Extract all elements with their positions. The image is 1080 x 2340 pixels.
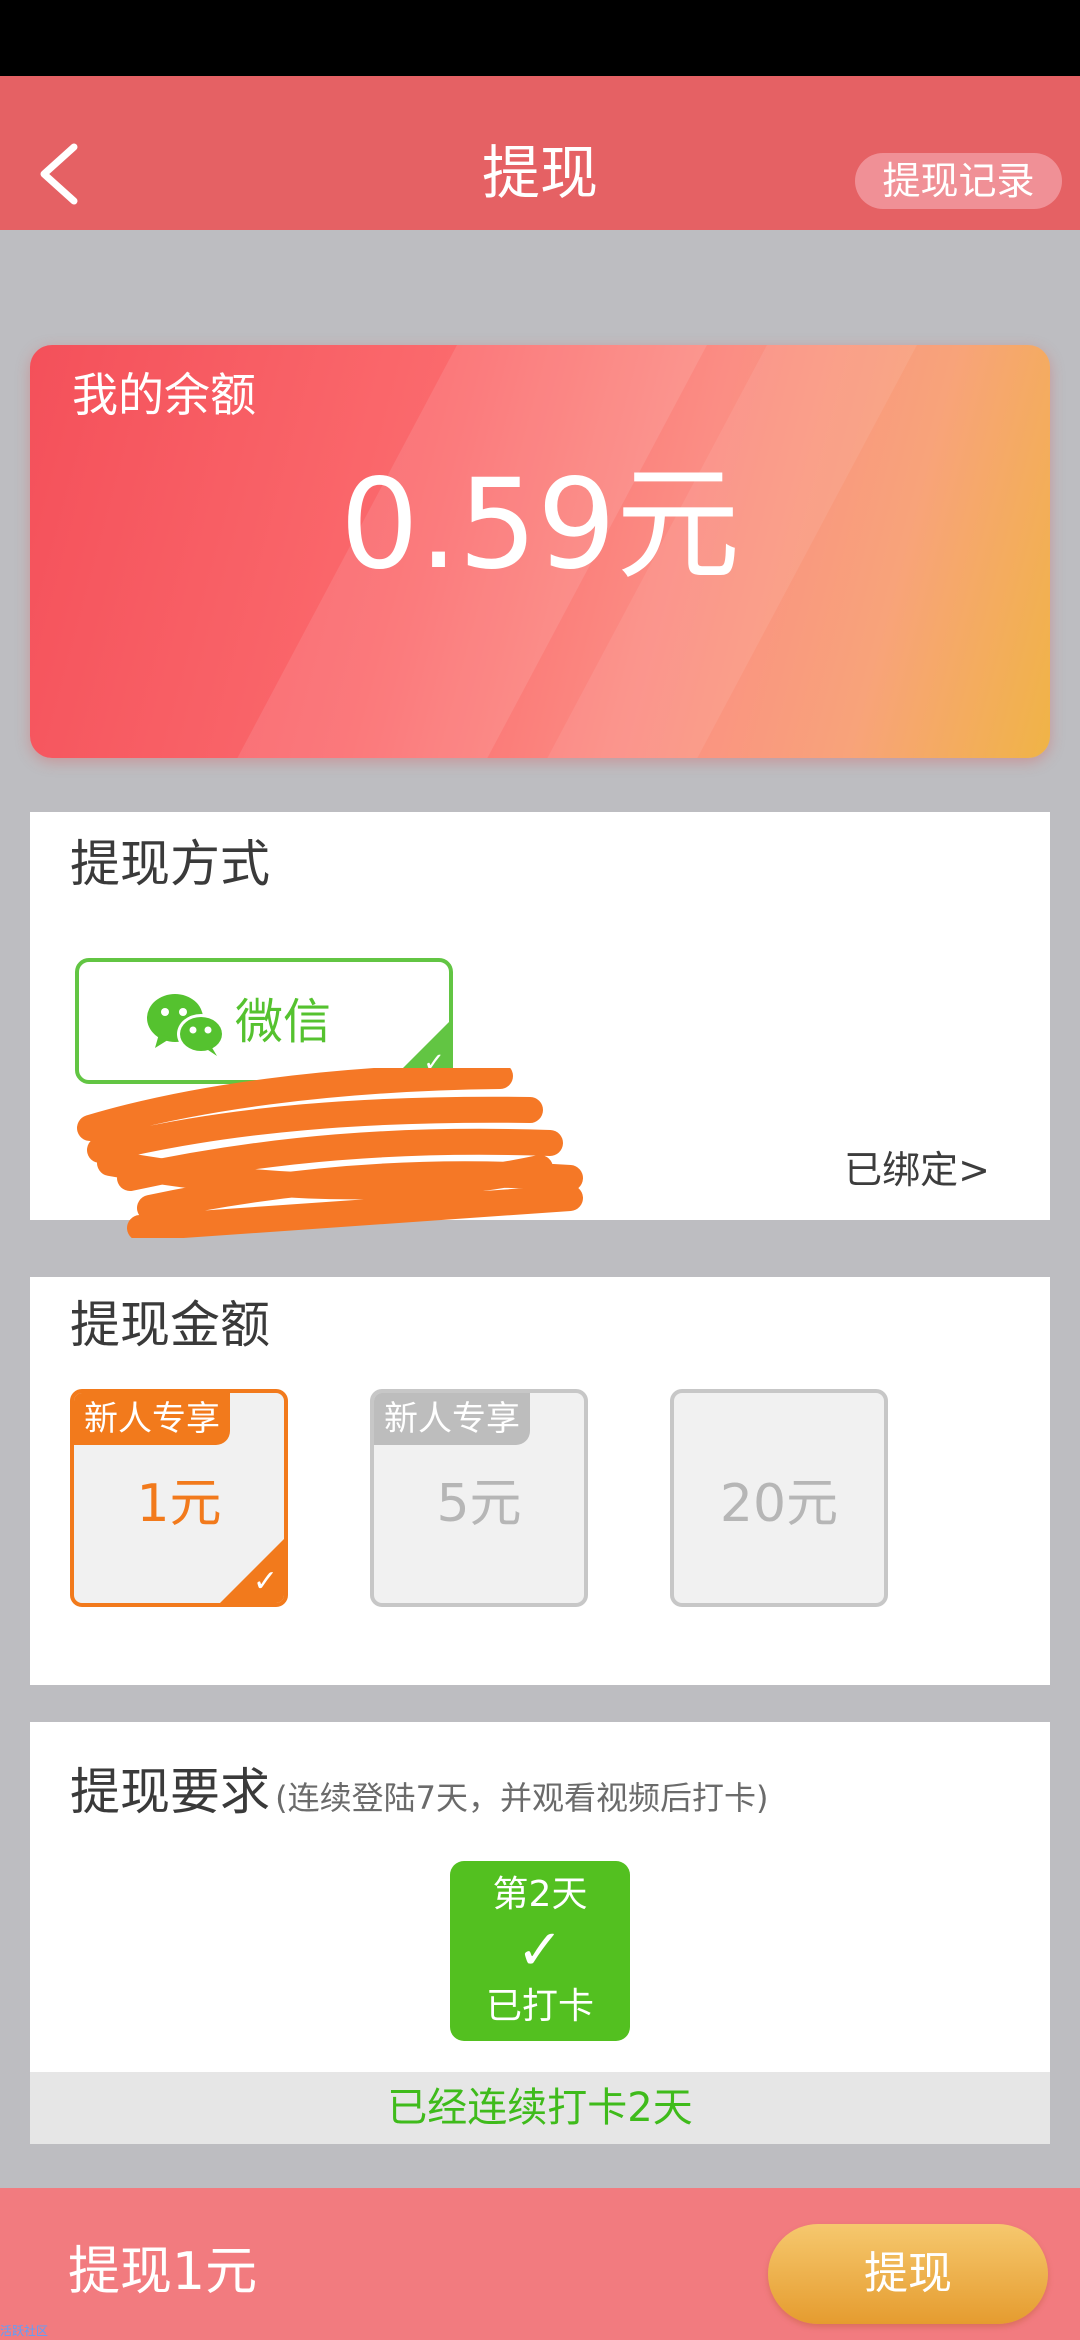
wechat-option[interactable]: 微信 ✓ — [75, 958, 453, 1084]
balance-label: 我的余额 — [72, 368, 256, 422]
section-title: 提现要求 — [70, 1763, 270, 1821]
wechat-icon — [147, 994, 225, 1056]
amount-option-20[interactable]: 20元 — [670, 1389, 888, 1607]
requirement-note: (连续登陆7天，并观看视频后打卡) — [275, 1779, 769, 1817]
bottom-bar: 提现1元 提现 — [0, 2188, 1080, 2340]
amount-value: 1元 — [136, 1474, 222, 1534]
redaction-scribble — [77, 1068, 583, 1238]
requirement-heading: 提现要求 (连续登陆7天，并观看视频后打卡) — [70, 1762, 768, 1822]
amount-option-1[interactable]: 新人专享 1元 ✓ — [70, 1389, 288, 1607]
withdraw-requirement-section: 提现要求 (连续登陆7天，并观看视频后打卡) 第2天 ✓ 已打卡 — [30, 1722, 1050, 2072]
streak-status: 已经连续打卡2天 — [30, 2072, 1050, 2144]
withdraw-method-section: 提现方式 微信 ✓ 已绑定> — [30, 812, 1050, 1238]
bound-status-link[interactable]: 已绑定> — [844, 1147, 990, 1193]
withdraw-summary: 提现1元 — [68, 2242, 258, 2302]
amount-value: 20元 — [719, 1474, 839, 1534]
withdraw-amount-section: 提现金额 新人专享 1元 ✓ 新人专享 5元 20元 — [30, 1277, 1050, 1685]
section-title: 提现金额 — [70, 1296, 270, 1354]
watermark: 活跃社区 — [0, 2324, 49, 2338]
balance-card: 我的余额 0.59元 — [30, 345, 1050, 758]
day-label: 第2天 — [492, 1874, 588, 1915]
withdraw-button[interactable]: 提现 — [768, 2224, 1048, 2324]
withdraw-records-button[interactable]: 提现记录 — [855, 153, 1062, 209]
amount-value: 5元 — [436, 1474, 522, 1534]
balance-amount: 0.59元 — [339, 453, 741, 597]
wechat-label: 微信 — [235, 994, 332, 1050]
new-user-tag: 新人专享 — [74, 1393, 230, 1445]
checkin-day-card: 第2天 ✓ 已打卡 — [450, 1861, 630, 2041]
check-icon: ✓ — [252, 1564, 278, 1599]
amount-option-5[interactable]: 新人专享 5元 — [370, 1389, 588, 1607]
check-icon: ✓ — [516, 1918, 564, 1983]
section-title: 提现方式 — [70, 835, 270, 893]
status-bar — [0, 0, 1080, 76]
new-user-tag: 新人专享 — [374, 1393, 530, 1445]
checkin-label: 已打卡 — [485, 1986, 594, 2027]
